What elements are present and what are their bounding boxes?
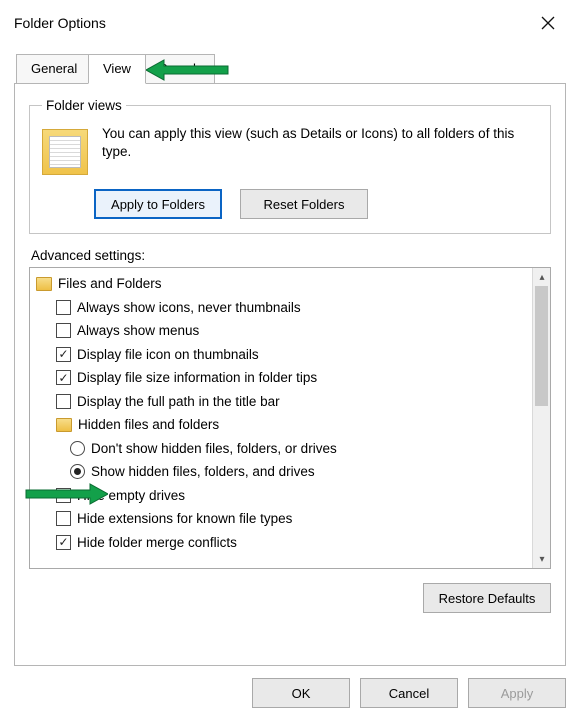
list-item-label: Display the full path in the title bar (77, 394, 280, 409)
checkbox[interactable] (56, 323, 71, 338)
close-icon (541, 16, 555, 30)
folder-views-icon (42, 129, 88, 175)
list-item[interactable]: Show hidden files, folders, and drives (36, 460, 528, 484)
list-item[interactable]: ✓ Display file size information in folder… (36, 366, 528, 390)
list-item[interactable]: ✓ Hide folder merge conflicts (36, 531, 528, 555)
tab-view[interactable]: View (88, 54, 146, 84)
close-button[interactable] (528, 8, 568, 38)
radio[interactable] (70, 441, 85, 456)
folder-icon (36, 277, 52, 291)
list-item[interactable]: ✓ Display file icon on thumbnails (36, 343, 528, 367)
list-item[interactable]: Don't show hidden files, folders, or dri… (36, 437, 528, 461)
checkbox[interactable]: ✓ (56, 347, 71, 362)
scroll-down-icon[interactable]: ▾ (533, 550, 551, 568)
titlebar: Folder Options (0, 0, 580, 40)
apply-to-folders-button[interactable]: Apply to Folders (94, 189, 222, 219)
tab-general[interactable]: General (16, 54, 92, 84)
list-item-label: Don't show hidden files, folders, or dri… (91, 441, 337, 456)
folder-icon (56, 418, 72, 432)
list-item-label: Hide extensions for known file types (77, 511, 292, 526)
list-item[interactable]: Hide extensions for known file types (36, 507, 528, 531)
scroll-thumb[interactable] (535, 286, 548, 406)
advanced-settings-list[interactable]: Files and Folders Always show icons, neve… (29, 267, 551, 569)
scrollbar[interactable]: ▴ ▾ (532, 268, 550, 568)
list-item-label: Files and Folders (58, 276, 162, 291)
list-item-label: Hidden files and folders (78, 417, 219, 432)
checkbox[interactable]: ✓ (56, 535, 71, 550)
tab-body-view: Folder views You can apply this view (su… (14, 84, 566, 666)
list-item[interactable]: Display the full path in the title bar (36, 390, 528, 414)
folder-views-group: Folder views You can apply this view (su… (29, 98, 551, 234)
list-item-label: Show hidden files, folders, and drives (91, 464, 315, 479)
scroll-up-icon[interactable]: ▴ (533, 268, 551, 286)
checkbox[interactable] (56, 511, 71, 526)
apply-button[interactable]: Apply (468, 678, 566, 708)
list-item-label: Always show menus (77, 323, 199, 338)
checkbox[interactable] (56, 300, 71, 315)
list-item[interactable]: Always show icons, never thumbnails (36, 296, 528, 320)
list-item-label: Display file size information in folder … (77, 370, 317, 385)
folder-views-description: You can apply this view (such as Details… (102, 125, 538, 161)
list-item: Hidden files and folders (36, 413, 528, 437)
restore-defaults-button[interactable]: Restore Defaults (423, 583, 551, 613)
checkbox[interactable] (56, 394, 71, 409)
dialog-button-row: OK Cancel Apply (252, 678, 566, 708)
list-item-label: Display file icon on thumbnails (77, 347, 259, 362)
ok-button[interactable]: OK (252, 678, 350, 708)
window-title: Folder Options (14, 15, 106, 31)
tab-search[interactable]: Search (144, 54, 215, 84)
radio[interactable] (70, 464, 85, 479)
cancel-button[interactable]: Cancel (360, 678, 458, 708)
reset-folders-button[interactable]: Reset Folders (240, 189, 368, 219)
list-item-label: Hide folder merge conflicts (77, 535, 237, 550)
advanced-settings-label: Advanced settings: (31, 248, 551, 263)
list-item-label: Always show icons, never thumbnails (77, 300, 301, 315)
checkbox[interactable]: ✓ (56, 370, 71, 385)
tab-strip: General View Search (14, 52, 566, 84)
list-item: Files and Folders (36, 272, 528, 296)
list-item-label: Hide empty drives (77, 488, 185, 503)
folder-views-legend: Folder views (42, 98, 126, 113)
list-item[interactable]: ✓ Hide empty drives (36, 484, 528, 508)
list-item[interactable]: Always show menus (36, 319, 528, 343)
checkbox[interactable]: ✓ (56, 488, 71, 503)
